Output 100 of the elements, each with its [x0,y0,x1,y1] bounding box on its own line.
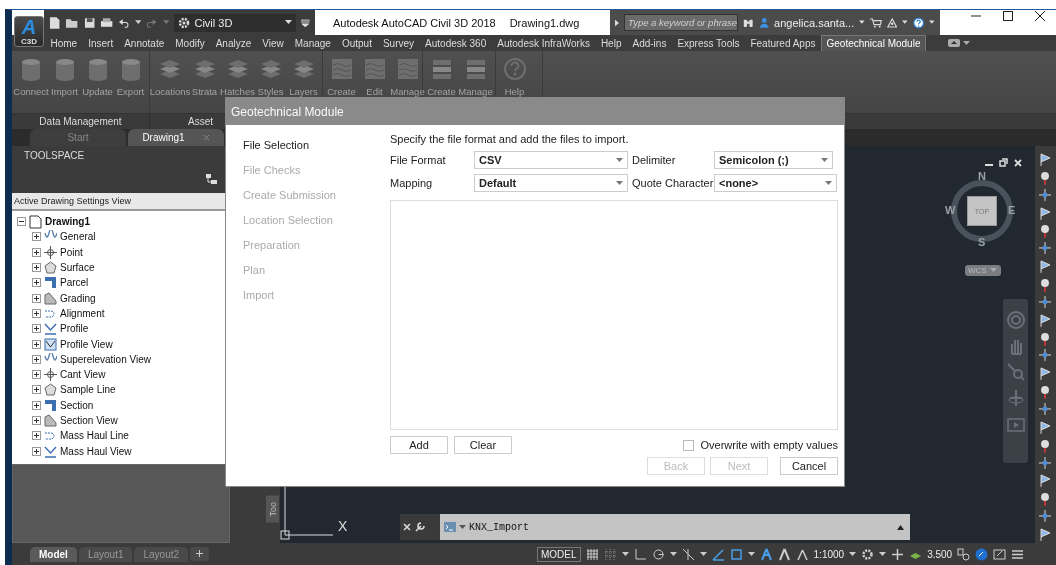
tree-item[interactable]: General [60,231,96,243]
help-icon[interactable] [913,15,925,30]
ribbon-tab[interactable]: View [256,35,290,51]
tree-item[interactable]: Surface [60,262,95,274]
expand-icon[interactable] [32,400,41,410]
expand-icon[interactable] [32,232,41,242]
expand-icon[interactable] [32,308,41,318]
model-space-toggle[interactable]: MODEL [537,546,581,562]
ribbon-tab[interactable]: Autodesk InfraWorks [491,35,596,51]
tree-item[interactable]: Section [60,399,94,411]
tree-item[interactable]: Mass Haul View [60,445,132,457]
flag-icon[interactable] [1038,205,1053,222]
tree-item[interactable]: Parcel [60,277,89,289]
ribbon-tab[interactable]: Annotate [118,35,170,51]
flag-icon[interactable] [1038,259,1053,275]
ribbon-tab[interactable]: Add-ins [626,35,672,51]
application-button[interactable]: A C3D [14,16,44,47]
angle-icon[interactable] [711,547,725,561]
tree-item[interactable]: Profile [60,323,89,335]
gear-icon[interactable] [861,547,875,561]
ribbon-tab[interactable]: Geotechnical Module [821,35,926,51]
cart-icon[interactable] [869,16,882,29]
wizard-step[interactable]: File Selection [243,139,390,153]
tree-item[interactable]: Section View [60,415,118,426]
expand-icon[interactable] [32,416,41,425]
workspace-dropdown[interactable]: Civil 3D [174,13,297,32]
save-icon[interactable] [83,16,96,29]
tree-item[interactable]: Grading [60,292,96,304]
annotation-visibility-icon[interactable] [759,547,773,561]
ribbon-tab[interactable]: Insert [82,35,119,51]
dropdown[interactable]: Semicolon (;) [714,151,833,169]
dropdown[interactable]: <none> [714,174,837,192]
dropdown[interactable]: Default [474,174,628,192]
flag-icon[interactable] [1038,152,1053,168]
auto-scale-icon[interactable] [777,547,791,561]
open-folder-icon[interactable] [65,16,79,29]
triangle-network-icon[interactable] [886,16,898,29]
layout-tab[interactable]: Model [30,546,77,562]
file-tab[interactable]: Drawing1 [128,129,224,146]
osnap-icon[interactable] [681,547,695,561]
panel-toggle-icon[interactable] [947,39,960,47]
user-name[interactable]: angelica.santa... [774,16,855,29]
tree-item[interactable]: Cant View [60,369,106,381]
flag-icon[interactable] [1038,473,1053,490]
customize-icon[interactable] [301,18,310,27]
expand-icon[interactable] [32,385,41,395]
expand-up-icon[interactable] [897,524,904,530]
restore-icon[interactable] [999,158,1008,167]
flag-icon[interactable] [1038,419,1053,436]
node-icon[interactable] [1038,187,1053,204]
ribbon-tab[interactable]: Home [45,35,83,51]
expand-icon[interactable] [32,431,41,441]
expand-icon[interactable] [32,263,41,273]
ortho-icon[interactable] [633,547,647,561]
tree-item[interactable]: Superelevation View [60,353,151,365]
undo-icon[interactable] [118,17,130,28]
ribbon-tab[interactable]: Help [595,35,627,51]
tree-item[interactable]: Mass Haul Line [60,430,129,442]
print-icon[interactable] [100,16,114,29]
list-button[interactable]: Add [390,436,448,454]
menu-icon[interactable] [1011,547,1025,561]
list-button[interactable]: Clear [454,436,512,454]
ribbon-tab[interactable]: Output [336,35,378,51]
snap-grid-icon[interactable] [603,547,617,561]
flag-icon[interactable] [1038,527,1053,543]
ribbon-tab[interactable]: Featured Apps [744,35,821,51]
new-layout-button[interactable] [190,546,210,561]
expand-icon[interactable] [32,293,41,303]
tree-view-icon[interactable] [205,172,218,185]
wrench-icon[interactable] [415,522,425,532]
new-file-icon[interactable] [49,15,61,30]
checkbox[interactable] [683,439,695,451]
tree-item[interactable]: Profile View [60,338,113,350]
tree-item[interactable]: Point [60,246,83,258]
expand-icon[interactable] [32,354,41,364]
ribbon-tab[interactable]: Survey [377,35,420,51]
tree-item[interactable]: Drawing1 [45,216,90,228]
flag-icon[interactable] [1038,312,1053,329]
lineweight-value[interactable]: 3.500 [927,548,953,560]
expand-arrow-icon[interactable] [615,18,620,27]
collapse-icon[interactable] [17,217,26,227]
dropdown[interactable]: CSV [474,151,628,169]
redo-icon[interactable] [146,17,158,28]
tree-item[interactable]: Sample Line [60,384,116,396]
ribbon-tab[interactable]: Analyze [210,35,257,51]
close-icon[interactable] [1034,10,1046,22]
expand-icon[interactable] [32,278,41,288]
search-field[interactable]: Type a keyword or phrase [624,14,739,31]
grid-icon[interactable] [585,547,599,561]
node-icon[interactable] [1038,294,1053,311]
tree-item[interactable]: Alignment [60,307,105,319]
expand-icon[interactable] [32,339,41,349]
fullscreen-icon[interactable] [993,547,1007,561]
scale-icon[interactable] [795,547,809,561]
square-snap-icon[interactable] [729,547,743,561]
flag-icon[interactable] [1038,366,1053,383]
annotation-scale[interactable]: 1:1000 [813,548,845,560]
ribbon-tab[interactable]: Manage [289,35,337,51]
expand-icon[interactable] [32,446,41,456]
expand-icon[interactable] [32,247,41,257]
